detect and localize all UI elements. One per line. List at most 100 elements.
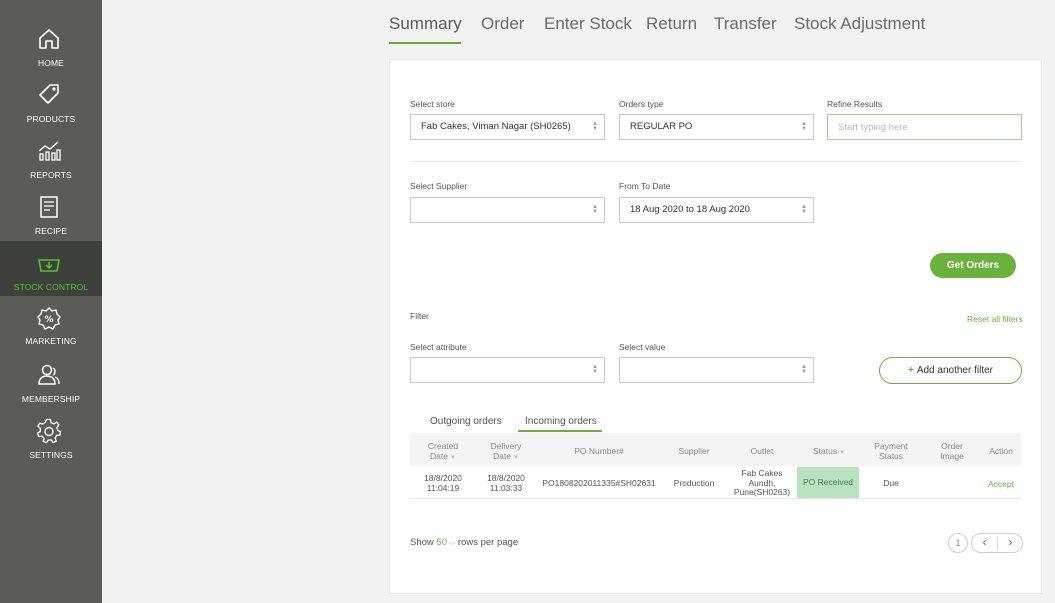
sort-arrow-icon: ▼ [839, 450, 846, 456]
select-arrows-icon: ▲ ▼ [592, 204, 598, 215]
date-range-value: 18 Aug 2020 to 18 Aug 2020 [630, 204, 750, 215]
tab-outgoing-orders[interactable]: Outgoing orders [430, 416, 502, 427]
col-created-date[interactable]: Created Date ▼ [418, 441, 468, 463]
header-text: Status [812, 446, 838, 456]
percent-badge-icon: % [36, 306, 62, 332]
sidebar-item-recipe[interactable]: RECIPE [0, 168, 102, 236]
cell-payment-status: Due [883, 478, 899, 488]
sidebar-item-products[interactable]: PRODUCTS [0, 56, 102, 124]
cell-supplier: Production [673, 478, 715, 488]
col-status[interactable]: Status ▼ [800, 446, 858, 458]
members-icon [36, 362, 62, 388]
orders-type-label: Orders type [619, 99, 664, 109]
select-arrows-icon: ▲ ▼ [592, 364, 598, 375]
rows-value: 50 [436, 537, 447, 548]
header-text: Delivery [490, 441, 522, 451]
refine-label: Refine Results [827, 99, 883, 109]
cell-text: Aundh, [748, 477, 776, 488]
accept-link[interactable]: Accept [988, 479, 1014, 489]
header-text: Payment [874, 441, 908, 451]
cell-outlet: Fab Cakes Aundh, Pune(SH0263) [730, 468, 794, 498]
sidebar-item-home[interactable]: HOME [0, 0, 102, 68]
rows-per-page-select[interactable]: 50 ⌵ [436, 537, 455, 548]
filter-title: Filter [410, 311, 429, 321]
cell-text: 18/8/2020 [424, 473, 462, 483]
next-page-button[interactable]: › [998, 534, 1023, 552]
orders-type-value: REGULAR PO [630, 121, 693, 132]
show-label: Show [410, 537, 434, 548]
select-arrows-icon: ▲ ▼ [801, 204, 807, 215]
orders-type-select[interactable]: REGULAR PO ▲ ▼ [619, 114, 814, 140]
sidebar: HOME PRODUCTS REPORTS RECIPE STOCK CONTR… [0, 0, 102, 603]
reports-chart-icon [36, 138, 62, 164]
header-text: Image [940, 451, 964, 461]
gear-icon [36, 418, 62, 444]
prev-page-button[interactable]: ‹ [972, 534, 997, 552]
col-outlet: Outlet [750, 446, 774, 456]
rows-per-page: Show 50 ⌵ rows per page [410, 537, 518, 548]
active-subtab-indicator [518, 430, 602, 432]
plus-icon: + [907, 365, 914, 376]
rows-suffix-label: rows per page [457, 537, 519, 548]
sort-arrow-icon: ▼ [450, 455, 456, 461]
value-label: Select value [619, 342, 666, 352]
cell-text: Pune(SH0263) [733, 487, 791, 497]
cell-created-date: 18/8/2020 11:04:19 [415, 473, 471, 493]
svg-text:%: % [44, 315, 53, 325]
sidebar-item-settings[interactable]: SETTINGS [0, 392, 102, 460]
sidebar-item-label: RECIPE [34, 226, 68, 236]
tab-enter-stock[interactable]: Enter Stock [544, 14, 632, 34]
sidebar-item-membership[interactable]: MEMBERSHIP [0, 336, 102, 404]
chevron-down-icon: ⌵ [446, 538, 456, 547]
tab-summary[interactable]: Summary [389, 14, 462, 34]
select-arrows-icon: ▲ ▼ [801, 121, 807, 132]
add-filter-button[interactable]: + Add another filter [879, 357, 1022, 384]
header-text: Date [430, 451, 448, 461]
header-text: Order [941, 441, 963, 451]
header-text: Created [427, 441, 459, 451]
form-divider [410, 161, 1022, 162]
store-select[interactable]: Fab Cakes, Viman Nagar (SH0265) ▲ ▼ [410, 114, 605, 140]
reset-filters-link[interactable]: Reset all filters [967, 314, 1023, 324]
select-arrows-icon: ▲ ▼ [592, 121, 598, 132]
select-arrows-icon: ▲ ▼ [801, 364, 807, 375]
header-text: Date [493, 451, 511, 461]
status-badge: PO Received [797, 467, 859, 498]
tab-transfer[interactable]: Transfer [714, 14, 777, 34]
basket-icon [36, 251, 62, 277]
page-number-button[interactable]: 1 [948, 533, 968, 553]
tab-incoming-orders[interactable]: Incoming orders [525, 416, 597, 427]
recipe-icon [36, 194, 62, 220]
tab-order[interactable]: Order [481, 14, 524, 34]
cell-po-number: PO1808202011335#SH02631 [542, 478, 656, 488]
tab-return[interactable]: Return [646, 14, 697, 34]
cell-delivery-date: 18/8/2020 11:03:33 [478, 473, 534, 493]
tag-icon [36, 82, 62, 108]
cell-text: Fab Cakes [741, 468, 783, 478]
value-select[interactable]: ▲ ▼ [619, 357, 814, 383]
get-orders-button[interactable]: Get Orders [930, 253, 1016, 278]
sidebar-item-marketing[interactable]: % MARKETING [0, 280, 102, 346]
active-tab-indicator [389, 42, 461, 44]
supplier-select[interactable]: ▲ ▼ [410, 197, 605, 223]
supplier-label: Select Supplier [410, 181, 468, 191]
col-po-number: PO Number# [574, 446, 624, 456]
tab-stock-adjustment[interactable]: Stock Adjustment [794, 14, 925, 34]
store-select-value: Fab Cakes, Viman Nagar (SH0265) [421, 121, 571, 132]
col-supplier: Supplier [678, 446, 710, 456]
refine-results-input[interactable] [827, 114, 1022, 140]
store-label: Select store [410, 99, 455, 109]
sidebar-item-reports[interactable]: REPORTS [0, 112, 102, 180]
col-payment-status: Payment Status [866, 441, 916, 461]
col-order-image: Order Image [929, 441, 975, 461]
col-action: Action [989, 446, 1013, 456]
attribute-label: Select attribute [410, 342, 467, 352]
chevron-left-icon: ‹ [982, 535, 987, 549]
col-delivery-date[interactable]: Delivery Date ▼ [480, 441, 532, 463]
cell-text: 11:03:33 [489, 482, 523, 493]
date-range-select[interactable]: 18 Aug 2020 to 18 Aug 2020 ▲ ▼ [619, 197, 814, 223]
sort-arrow-icon: ▼ [513, 455, 519, 461]
home-icon [36, 26, 62, 52]
cell-text: 18/8/2020 [487, 473, 525, 483]
attribute-select[interactable]: ▲ ▼ [410, 357, 605, 383]
